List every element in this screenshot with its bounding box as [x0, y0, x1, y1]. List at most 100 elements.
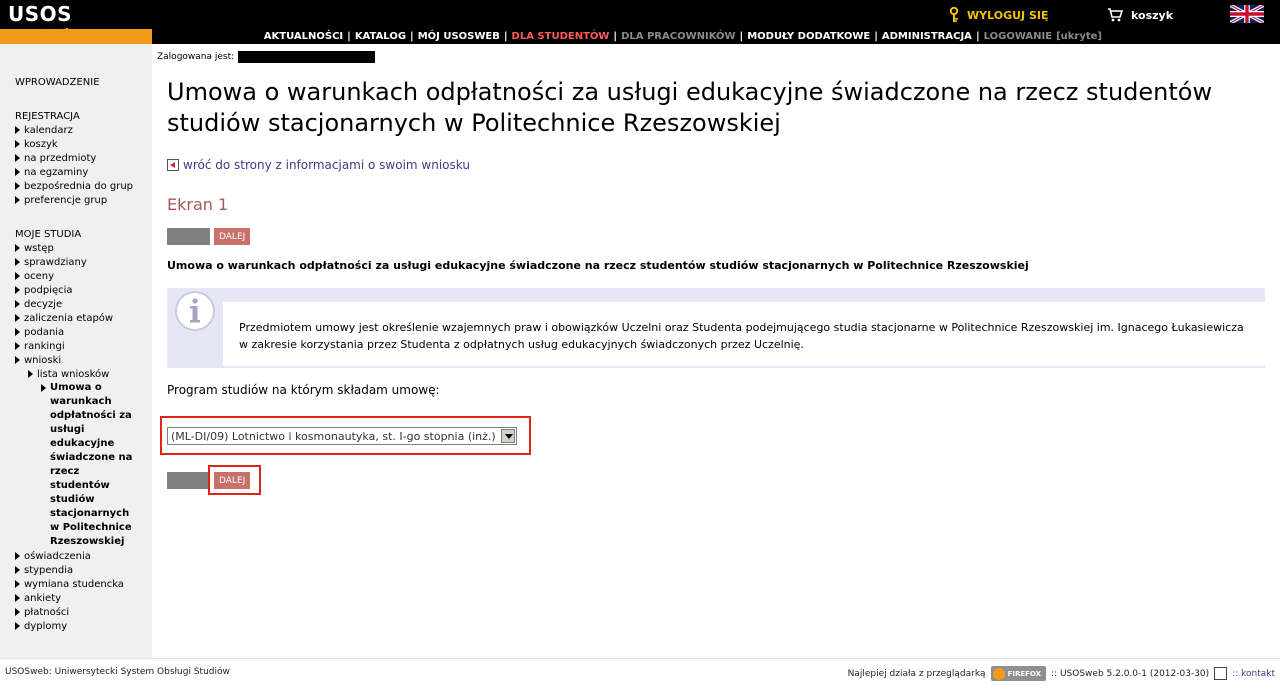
nav-dla-pracownikow[interactable]: DLA PRACOWNIKÓW: [617, 31, 739, 42]
sidebar-item-stypendia[interactable]: stypendia: [15, 564, 73, 578]
back-arrow-icon: [167, 159, 179, 171]
sidebar-item-wstep[interactable]: wstęp: [15, 242, 54, 256]
sidebar-item-preferencje[interactable]: preferencje grup: [15, 194, 107, 208]
back-button-disabled-bottom: [167, 472, 210, 489]
arrow-right-icon: [15, 608, 20, 616]
footer-best-with: Najlepiej działa z przeglądarką: [847, 668, 986, 679]
sidebar-item-decyzje[interactable]: decyzje: [15, 298, 62, 312]
cart-button[interactable]: koszyk: [1107, 6, 1173, 24]
arrow-right-icon: [15, 140, 20, 148]
arrow-right-icon: [15, 622, 20, 630]
redacted-username: [238, 51, 376, 63]
program-select[interactable]: (ML-DI/09) Lotnictwo i kosmonautyka, st.…: [167, 427, 517, 445]
sidebar-header-registration: REJESTRACJA: [15, 111, 80, 122]
arrow-right-icon: [15, 154, 20, 162]
logged-label: Zalogowana jest:: [157, 52, 235, 62]
sidebar-item-platnosci[interactable]: płatności: [15, 606, 69, 620]
arrow-right-icon: [15, 580, 20, 588]
back-link-text: wróć do strony z informacjami o swoim wn…: [183, 158, 470, 172]
sidebar-item-current[interactable]: Umowa o warunkach odpłatności za usługi …: [41, 381, 141, 549]
nav-administracja[interactable]: ADMINISTRACJA: [878, 31, 976, 42]
arrow-right-icon: [15, 182, 20, 190]
sidebar-item-lista-wnioskow[interactable]: lista wniosków: [28, 368, 109, 382]
nav-dla-studentow[interactable]: DLA STUDENTÓW: [508, 31, 614, 42]
nav-moj-usosweb[interactable]: MÓJ USOSWEB: [414, 31, 504, 42]
arrow-right-icon: [15, 244, 20, 252]
arrow-right-icon: [15, 258, 20, 266]
nav-logowanie[interactable]: LOGOWANIE: [980, 31, 1056, 42]
back-link[interactable]: wróć do strony z informacjami o swoim wn…: [167, 158, 470, 172]
program-label: Program studiów na którym składam umowę:: [167, 383, 440, 397]
sidebar-item-na-przedmioty[interactable]: na przedmioty: [15, 152, 96, 166]
nav-aktualnosci[interactable]: AKTUALNOŚCI: [260, 31, 347, 42]
sidebar-item-podpiecia[interactable]: podpięcia: [15, 284, 73, 298]
cart-label: koszyk: [1131, 8, 1174, 22]
arrow-right-icon: [15, 300, 20, 308]
agreement-subtitle: Umowa o warunkach odpłatności za usługi …: [167, 259, 1029, 272]
footer-checkbox[interactable]: [1214, 667, 1228, 680]
arrow-right-icon: [15, 286, 20, 294]
arrow-right-icon: [15, 328, 20, 336]
footer-right: Najlepiej działa z przeglądarką FIREFOX …: [848, 666, 1275, 681]
main-nav: AKTUALNOŚCI | KATALOG | MÓJ USOSWEB | DLA S…: [260, 29, 1102, 44]
logout-label: WYLOGUJ SIĘ: [967, 8, 1049, 22]
sidebar-item-wnioski[interactable]: wnioski: [15, 354, 61, 368]
arrow-right-icon: [15, 552, 20, 560]
button-row-top: DALEJ: [167, 228, 251, 245]
info-box: Przedmiotem umowy jest określenie wzajem…: [167, 288, 1265, 368]
nav-hidden-tag: [ukryte]: [1056, 31, 1102, 42]
arrow-right-icon: [15, 314, 20, 322]
contact-link[interactable]: :: kontakt: [1232, 669, 1275, 679]
footer-system-name: USOSweb: Uniwersytecki System Obsługi St…: [5, 667, 230, 677]
arrow-right-icon: [15, 272, 20, 280]
page-title: Umowa o warunkach odpłatności za usługi …: [167, 78, 1213, 137]
arrow-right-icon: [15, 126, 20, 134]
sidebar-item-rankingi[interactable]: rankingi: [15, 340, 65, 354]
sidebar-item-oceny[interactable]: oceny: [15, 270, 54, 284]
sidebar-header-studies: MOJE STUDIA: [15, 229, 82, 240]
sidebar-item-koszyk[interactable]: koszyk: [15, 138, 58, 152]
logo-sub: web: [42, 27, 75, 43]
top-bar: [0, 0, 1280, 29]
arrow-right-icon: [41, 384, 46, 392]
footer-divider: [0, 658, 1280, 659]
sidebar-item-zaliczenia[interactable]: zaliczenia etapów: [15, 312, 113, 326]
nav-katalog[interactable]: KATALOG: [351, 31, 410, 42]
sidebar-item-kalendarz[interactable]: kalendarz: [15, 124, 73, 138]
program-selected-value: (ML-DI/09) Lotnictwo i kosmonautyka, st.…: [171, 429, 496, 443]
firefox-icon: [992, 667, 1005, 680]
logout-button[interactable]: WYLOGUJ SIĘ: [947, 6, 1048, 24]
sidebar-item-intro[interactable]: WPROWADZENIE: [15, 76, 100, 90]
back-button-disabled: [167, 228, 210, 245]
chevron-down-icon[interactable]: [501, 429, 515, 443]
firefox-badge[interactable]: FIREFOX: [990, 666, 1047, 681]
arrow-right-icon: [15, 196, 20, 204]
key-icon: [949, 7, 959, 22]
cart-icon: [1108, 8, 1123, 22]
info-icon: [175, 291, 215, 331]
sidebar-item-dyplomy[interactable]: dyplomy: [15, 620, 67, 634]
next-button-top[interactable]: DALEJ: [214, 228, 251, 245]
sidebar-item-oswiadczenia[interactable]: oświadczenia: [15, 550, 91, 564]
logged-in-info: Zalogowana jest:: [157, 51, 376, 63]
arrow-right-icon: [15, 566, 20, 574]
sidebar-item-bezposrednia[interactable]: bezpośrednia do grup: [15, 180, 133, 194]
highlight-box-next: [208, 465, 261, 495]
arrow-right-icon: [15, 168, 20, 176]
footer: USOSweb: Uniwersytecki System Obsługi St…: [0, 660, 1280, 696]
usosweb-logo[interactable]: USOS web: [8, 4, 80, 44]
nav-moduly-dodatkowe[interactable]: MODUŁY DODATKOWE: [743, 31, 874, 42]
screen-heading: Ekran 1: [167, 195, 229, 214]
arrow-right-icon: [15, 356, 20, 364]
sidebar-item-wymiana[interactable]: wymiana studencka: [15, 578, 124, 592]
logo-main: USOS: [8, 2, 73, 26]
sidebar-item-podania[interactable]: podania: [15, 326, 64, 340]
arrow-right-icon: [15, 594, 20, 602]
info-text: Przedmiotem umowy jest określenie wzajem…: [239, 321, 1244, 351]
footer-version: :: USOSweb 5.2.0.0-1 (2012-03-30): [1051, 668, 1210, 679]
sidebar-item-sprawdziany[interactable]: sprawdziany: [15, 256, 87, 270]
arrow-right-icon: [28, 370, 33, 378]
sidebar-item-na-egzaminy[interactable]: na egzaminy: [15, 166, 88, 180]
sidebar-item-ankiety[interactable]: ankiety: [15, 592, 61, 606]
english-flag-icon[interactable]: [1230, 5, 1264, 23]
